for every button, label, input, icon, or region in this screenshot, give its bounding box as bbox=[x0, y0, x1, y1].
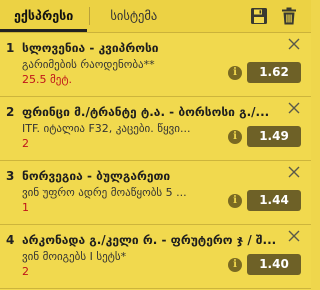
bet-index: 1 bbox=[6, 41, 15, 55]
bet-market: ვინ მოიგებს I სეტს* bbox=[22, 250, 127, 263]
bet-market: ITF. იტალია F32, კაცები. წყვი... bbox=[22, 122, 191, 135]
bet-event-title: არკონადა გ./კელი რ. - ფრუტერო ჯ / შ... bbox=[22, 233, 277, 247]
bet-index: 3 bbox=[6, 169, 15, 183]
odds-button[interactable]: 1.44 bbox=[247, 190, 301, 211]
bet-event-title: ნორვეგია - ბულგარეთი bbox=[22, 169, 171, 183]
betslip-panel: ექსპრესი სისტემა 1 სლოვენია - კვიპროსი გ bbox=[0, 0, 311, 290]
bet-event-title: სლოვენია - კვიპროსი bbox=[22, 41, 159, 55]
bet-market: ვინ უფრო ადრე მოაწყობს 5 ... bbox=[22, 186, 187, 199]
odds-button[interactable]: 1.40 bbox=[247, 254, 301, 275]
tab-divider bbox=[89, 7, 91, 25]
bet-pick: 1 bbox=[22, 201, 29, 214]
bet-index: 4 bbox=[6, 233, 15, 247]
odds-button[interactable]: 1.62 bbox=[247, 62, 301, 83]
close-icon[interactable] bbox=[287, 37, 301, 51]
close-icon[interactable] bbox=[287, 165, 301, 179]
info-icon[interactable]: i bbox=[228, 194, 242, 208]
bet-item: 4 არკონადა გ./კელი რ. - ფრუტერო ჯ / შ...… bbox=[0, 225, 311, 289]
bet-pick: 2 bbox=[22, 137, 29, 150]
betslip-tabs: ექსპრესი სისტემა bbox=[0, 0, 311, 33]
tab-system[interactable]: სისტემა bbox=[92, 0, 171, 32]
info-icon[interactable]: i bbox=[228, 258, 242, 272]
bet-item: 1 სლოვენია - კვიპროსი გარიმების რაოდენობ… bbox=[0, 33, 311, 97]
toolbar bbox=[249, 6, 299, 26]
bet-index: 2 bbox=[6, 105, 15, 119]
bet-event-title: ფრინცი მ./ტრანტე ტ.ა. - ბორსოსი გ./... bbox=[22, 105, 270, 119]
tab-express[interactable]: ექსპრესი bbox=[0, 0, 88, 32]
bet-pick: 25.5 მეტ. bbox=[22, 73, 73, 86]
bet-market: გარიმების რაოდენობა** bbox=[22, 58, 155, 71]
info-icon[interactable]: i bbox=[228, 130, 242, 144]
info-icon[interactable]: i bbox=[228, 66, 242, 80]
close-icon[interactable] bbox=[287, 101, 301, 115]
bet-pick: 2 bbox=[22, 265, 29, 278]
save-icon[interactable] bbox=[249, 6, 269, 26]
trash-icon[interactable] bbox=[279, 6, 299, 26]
close-icon[interactable] bbox=[287, 229, 301, 243]
odds-button[interactable]: 1.49 bbox=[247, 126, 301, 147]
bet-item: 3 ნორვეგია - ბულგარეთი ვინ უფრო ადრე მოა… bbox=[0, 161, 311, 225]
bet-item: 2 ფრინცი მ./ტრანტე ტ.ა. - ბორსოსი გ./...… bbox=[0, 97, 311, 161]
